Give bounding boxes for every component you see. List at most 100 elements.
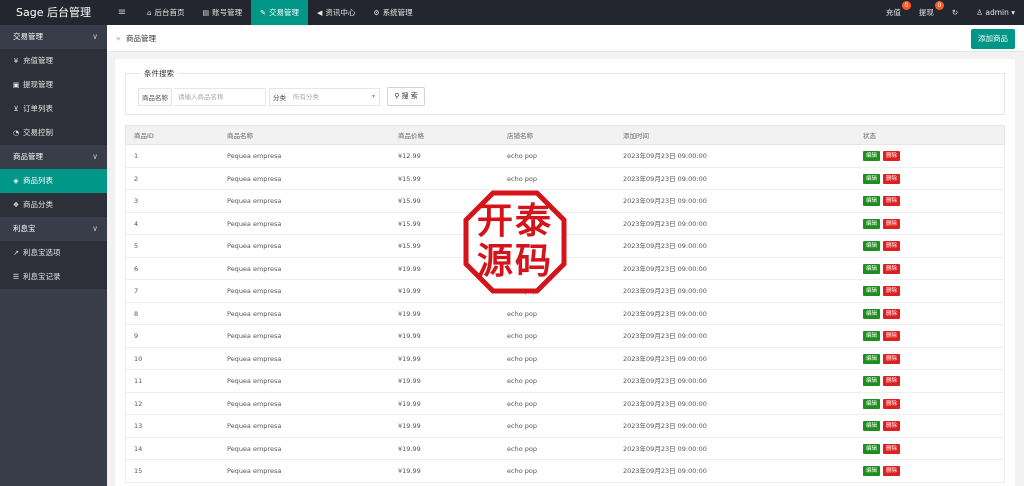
withdraw-label: 提现 [918, 8, 934, 17]
delete-button[interactable]: 删除 [883, 286, 901, 296]
edit-button[interactable]: 编辑 [863, 331, 881, 341]
breadcrumb-label[interactable]: 商品管理 [126, 34, 156, 43]
delete-button[interactable]: 删除 [883, 241, 901, 251]
edit-button[interactable]: 编辑 [863, 196, 881, 206]
cell-shop: echo pop [507, 399, 537, 408]
delete-button[interactable]: 删除 [883, 376, 901, 386]
topnav-item[interactable]: ✎ 交易管理 [251, 0, 308, 25]
content-header: » 商品管理 添加商品 [107, 25, 1024, 52]
delete-button[interactable]: 删除 [883, 218, 901, 229]
delete-button[interactable]: 删除 [883, 151, 901, 161]
table-row: 12 Pequea empresa ¥19.99 echo pop 2023年09月23… [125, 392, 1005, 415]
delete-button[interactable]: 删除 [883, 308, 901, 319]
delete-button[interactable]: 删除 [883, 331, 901, 341]
chevron-down-icon: ▾ [1011, 8, 1015, 17]
sidebar-group-label: 交易管理 [13, 32, 43, 41]
cell-actions: 编辑 删除 [863, 348, 903, 370]
withdraw-link[interactable]: 提现 0 [910, 0, 944, 25]
cell-price: ¥19.99 [398, 309, 421, 318]
sidebar-item[interactable]: ❖ 商品分类 [0, 193, 107, 217]
cell-name: Pequea empresa [227, 422, 282, 430]
topnav-item[interactable]: ◀ 资讯中心 [308, 0, 364, 25]
delete-button[interactable]: 删除 [883, 421, 901, 431]
table-row: 11 Pequea empresa ¥19.99 echo pop 2023年09月23… [125, 370, 1005, 393]
watermark-seal: 开 泰 源 码 [463, 190, 567, 294]
edit-button[interactable]: 编辑 [863, 421, 881, 431]
topnav-item[interactable]: ⚙ 系统管理 [364, 0, 421, 25]
product-name-input[interactable]: 请输入商品名称 [174, 88, 266, 106]
recharge-link[interactable]: 充值 0 [877, 0, 911, 25]
edit-button[interactable]: 编辑 [863, 376, 881, 386]
category-select[interactable]: 所有分类 ▾ [289, 88, 380, 106]
menu-toggle-icon[interactable]: ≡ [112, 0, 132, 25]
sidebar-item[interactable]: ¥ 充值管理 [0, 49, 107, 73]
seal-char: 开 [477, 200, 514, 242]
yen-icon: ¥ [13, 57, 19, 65]
edit-button[interactable]: 编辑 [863, 173, 881, 184]
sidebar-group-label: 利息宝 [13, 224, 36, 233]
edit-button[interactable]: 编辑 [863, 353, 881, 364]
cell-shop: echo pop [507, 354, 537, 363]
sidebar-item[interactable]: ◔ 交易控制 [0, 121, 107, 145]
sidebar-group[interactable]: 商品管理 ∨ [0, 145, 107, 169]
cell-time: 2023年09月23日 09:00:00 [623, 422, 707, 430]
cell-time: 2023年09月23日 09:00:00 [623, 467, 707, 475]
delete-button[interactable]: 删除 [883, 353, 901, 364]
cell-time: 2023年09月23日 09:00:00 [623, 444, 707, 453]
table-header: 商品ID 商品名称 商品价格 店铺名称 添加时间 状态 [125, 125, 1005, 145]
sidebar-item[interactable]: ◈ 商品列表 [0, 169, 107, 193]
sidebar-group[interactable]: 利息宝 ∨ [0, 217, 107, 241]
sidebar-group-label: 商品管理 [13, 152, 43, 161]
app-logo[interactable]: Sage 后台管理 [0, 0, 107, 25]
category-select-value: 所有分类 [293, 93, 319, 101]
search-legend: 条件搜索 [140, 68, 178, 79]
sidebar-item-label: 交易控制 [23, 128, 53, 137]
user-menu[interactable]: ♙ admin ▾ [967, 0, 1024, 25]
edit-button[interactable]: 编辑 [863, 308, 881, 319]
topnav-item[interactable]: ▤ 账号管理 [193, 0, 251, 25]
cell-price: ¥19.99 [398, 287, 421, 295]
line-chart-icon: ↗ [13, 249, 19, 257]
delete-button[interactable]: 删除 [883, 443, 901, 454]
edit-button[interactable]: 编辑 [863, 466, 881, 476]
edit-button[interactable]: 编辑 [863, 398, 881, 409]
sidebar-item[interactable]: ☰ 利息宝记录 [0, 265, 107, 289]
edit-button[interactable]: 编辑 [863, 443, 881, 454]
edit-button[interactable]: 编辑 [863, 286, 881, 296]
cell-name: Pequea empresa [227, 264, 282, 273]
search-button[interactable]: ⚲ 搜 索 [387, 87, 425, 106]
col-header-id: 商品ID [134, 132, 154, 140]
cell-shop: echo pop [507, 309, 537, 318]
edit-button[interactable]: 编辑 [863, 218, 881, 229]
topnav-item-label: 交易管理 [268, 8, 299, 17]
sidebar-item-label: 提现管理 [23, 80, 53, 89]
search-icon: ⚲ [394, 92, 400, 100]
cell-actions: 编辑 删除 [863, 438, 903, 460]
topnav-item[interactable]: ⌂ 后台首页 [138, 0, 193, 25]
delete-button[interactable]: 删除 [883, 173, 901, 184]
edit-button[interactable]: 编辑 [863, 241, 881, 251]
delete-button[interactable]: 删除 [883, 398, 901, 409]
seal-char: 泰 [515, 200, 552, 242]
delete-button[interactable]: 删除 [883, 263, 901, 274]
edit-button[interactable]: 编辑 [863, 151, 881, 161]
cell-price: ¥19.99 [398, 467, 421, 475]
user-icon: ♙ [976, 8, 983, 17]
sidebar-item[interactable]: ⊻ 订单列表 [0, 97, 107, 121]
edit-button[interactable]: 编辑 [863, 263, 881, 274]
top-bar: Sage 后台管理 ≡ ⌂ 后台首页 ▤ 账号管理 ✎ 交易管理 ◀ 资讯中心 ⚙ 系统管理 充值… [0, 0, 1024, 25]
sidebar-group[interactable]: 交易管理 ∨ [0, 25, 107, 49]
delete-button[interactable]: 删除 [883, 196, 901, 206]
sidebar-item[interactable]: ▣ 提现管理 [0, 73, 107, 97]
refresh-icon[interactable]: ↻ [943, 0, 967, 25]
delete-button[interactable]: 删除 [883, 466, 901, 476]
gavel-icon: ✎ [260, 9, 266, 17]
col-header-time: 添加时间 [623, 132, 649, 140]
add-product-button[interactable]: 添加商品 [971, 29, 1015, 49]
cell-price: ¥19.99 [398, 332, 421, 340]
sidebar-item[interactable]: ↗ 利息宝选项 [0, 241, 107, 265]
col-header-status: 状态 [863, 132, 876, 140]
table-row: 14 Pequea empresa ¥19.99 echo pop 2023年09月23… [125, 437, 1005, 460]
chevron-down-icon: ∨ [92, 152, 98, 161]
cell-actions: 编辑 删除 [863, 325, 903, 347]
